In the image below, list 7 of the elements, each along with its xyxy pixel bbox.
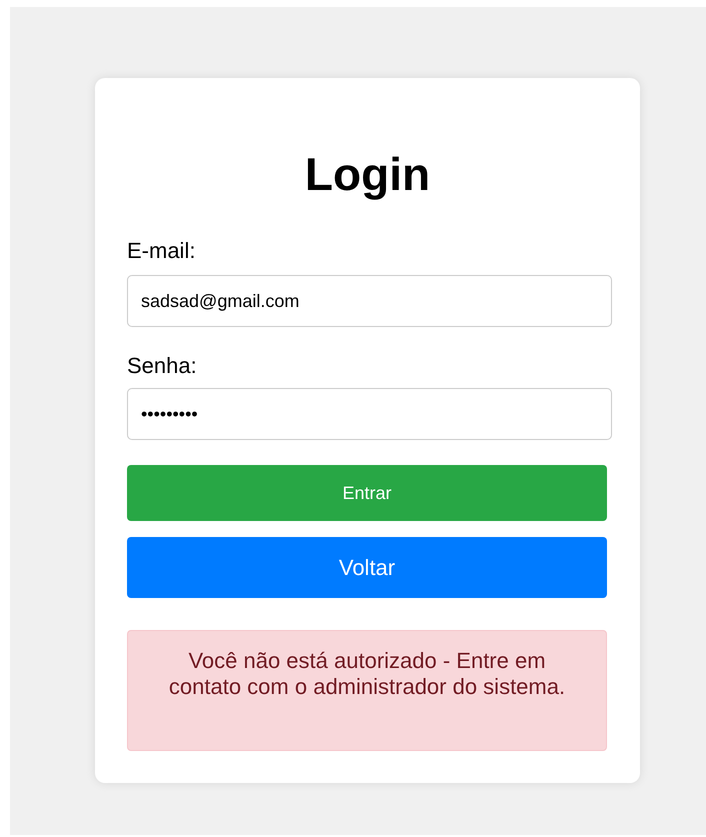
email-field[interactable]: sadsad@gmail.com xyxy=(127,275,612,327)
login-title: Login xyxy=(304,148,432,201)
back-button[interactable]: Voltar xyxy=(127,537,607,598)
field-label: Senha: xyxy=(127,353,198,379)
field-label: E-mail: xyxy=(127,238,196,264)
error-alert: Você não está autorizado - Entre em contato com o administrador do sistema. xyxy=(127,630,607,751)
password-field[interactable]: ••••••••• xyxy=(127,388,612,440)
